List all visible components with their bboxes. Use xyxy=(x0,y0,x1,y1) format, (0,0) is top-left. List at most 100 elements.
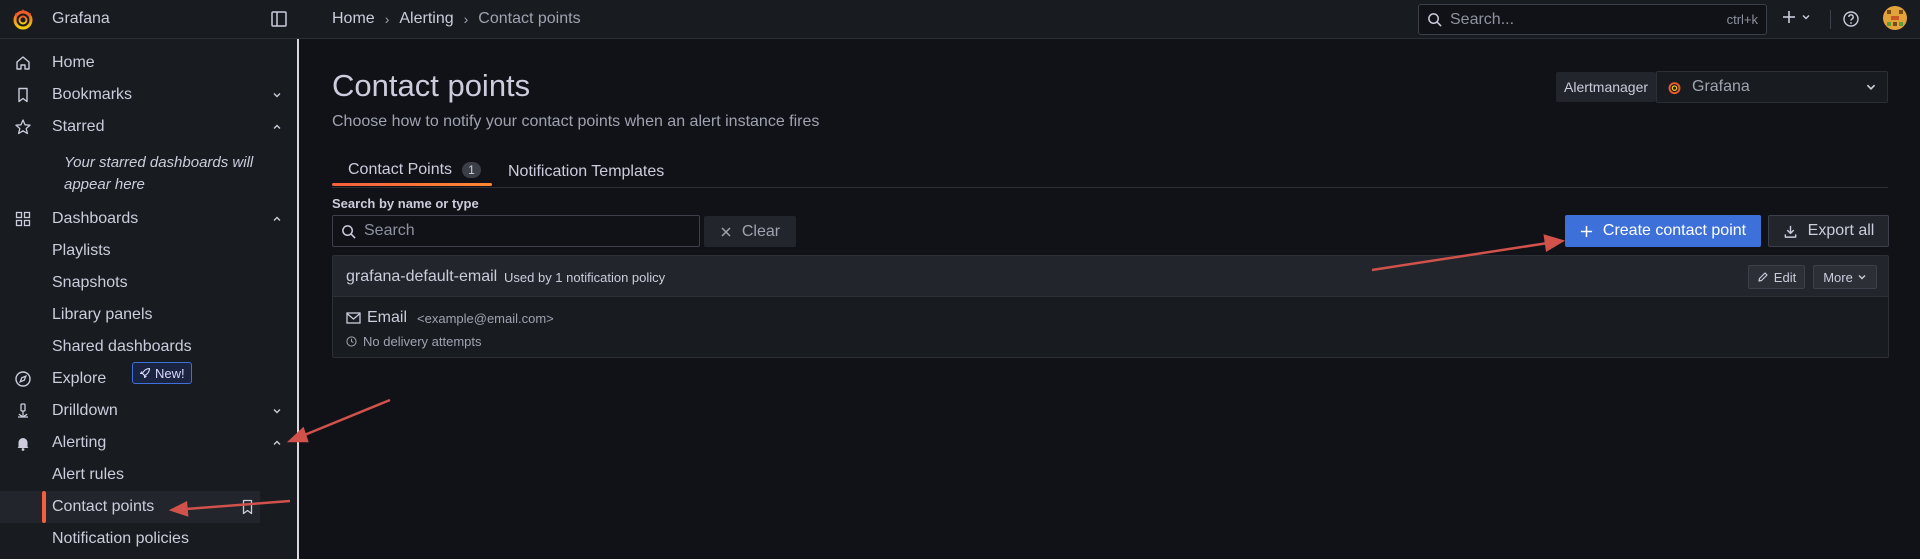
more-button[interactable]: More xyxy=(1813,265,1877,289)
edit-label: Edit xyxy=(1773,269,1797,285)
sidebar-item-alert-rules[interactable]: Alert rules xyxy=(0,459,298,491)
integration-type: Email xyxy=(367,309,408,326)
search-shortcut: ctrl+k xyxy=(1726,12,1758,27)
chevron-down-icon xyxy=(1857,272,1867,282)
microscope-icon xyxy=(14,402,32,420)
grafana-logo-icon xyxy=(1667,80,1682,95)
integration-address: <example@email.com> xyxy=(417,310,554,326)
sidebar-item-label: Explore xyxy=(52,370,107,387)
chevron-down-icon[interactable] xyxy=(272,90,282,100)
sidebar-item-notification-policies[interactable]: Notification policies xyxy=(0,523,298,555)
sidebar-item-label: Alerting xyxy=(52,434,107,451)
user-avatar[interactable] xyxy=(1883,6,1907,30)
bell-icon xyxy=(14,434,32,452)
help-icon[interactable] xyxy=(1842,10,1860,28)
top-bar: Grafana Home › Alerting › Contact points… xyxy=(0,0,1920,39)
search-placeholder: Search... xyxy=(1450,10,1515,28)
sidebar-item-contact-points[interactable]: Contact points xyxy=(0,491,260,523)
breadcrumb-alerting[interactable]: Alerting xyxy=(399,10,453,28)
contact-point-header: grafana-default-email Used by 1 notifica… xyxy=(333,256,1888,297)
chevron-up-icon[interactable] xyxy=(272,214,282,224)
export-label: Export all xyxy=(1807,222,1875,239)
close-icon xyxy=(720,226,732,238)
home-icon xyxy=(14,54,32,72)
more-label: More xyxy=(1823,269,1853,285)
contact-point-usage[interactable]: Used by 1 notification policy xyxy=(504,270,665,285)
clear-button[interactable]: Clear xyxy=(704,216,796,247)
sidebar-item-label: Home xyxy=(52,54,95,71)
sidebar-item-starred[interactable]: Starred xyxy=(0,111,298,143)
sidebar-item-label: Contact points xyxy=(52,498,155,515)
plus-icon xyxy=(1580,225,1593,238)
alertmanager-select[interactable]: Grafana xyxy=(1656,71,1888,103)
chevron-down-icon[interactable] xyxy=(272,406,282,416)
grafana-logo-icon[interactable] xyxy=(11,7,35,31)
sidebar-item-label: Bookmarks xyxy=(52,86,133,103)
search-input[interactable] xyxy=(364,222,684,240)
sidebar-item-library-panels[interactable]: Library panels xyxy=(0,299,298,331)
toolbar-divider xyxy=(1830,10,1831,29)
tab-notification-templates[interactable]: Notification Templates xyxy=(508,155,664,188)
clear-label: Clear xyxy=(741,222,781,240)
alertmanager-value: Grafana xyxy=(1692,78,1750,95)
sidebar-item-bookmarks[interactable]: Bookmarks xyxy=(0,79,298,111)
active-indicator xyxy=(42,491,46,523)
sidebar-item-snapshots[interactable]: Snapshots xyxy=(0,267,298,299)
sidebar-item-label: Drilldown xyxy=(52,402,118,419)
alertmanager-label: Alertmanager xyxy=(1556,72,1657,102)
delivery-status: No delivery attempts xyxy=(346,334,482,349)
sidebar-item-home[interactable]: Home xyxy=(0,47,298,79)
contact-point-search[interactable] xyxy=(332,215,700,247)
chevron-up-icon[interactable] xyxy=(272,122,282,132)
chevron-down-icon xyxy=(1801,12,1811,22)
contact-point-name: grafana-default-email xyxy=(346,268,498,285)
breadcrumb-separator-icon: › xyxy=(463,11,469,27)
global-search-input[interactable]: Search... ctrl+k xyxy=(1418,4,1767,35)
sidebar-item-label: Snapshots xyxy=(52,274,128,291)
starred-empty-message: Your starred dashboards will appear here xyxy=(64,154,254,193)
sidebar-item-label: Dashboards xyxy=(52,210,139,227)
search-icon xyxy=(1427,12,1442,27)
compass-icon xyxy=(14,370,32,388)
sidebar-item-drilldown[interactable]: Drilldown xyxy=(0,395,298,427)
new-menu-button[interactable] xyxy=(1781,9,1811,25)
sidebar-item-dashboards[interactable]: Dashboards xyxy=(0,203,298,235)
envelope-icon xyxy=(346,312,361,324)
apps-icon xyxy=(14,210,32,228)
tab-bar: Contact Points 1 Notification Templates xyxy=(332,155,1888,188)
dock-menu-icon[interactable] xyxy=(270,10,288,28)
sidebar-resize-handle[interactable] xyxy=(297,39,299,559)
pen-icon xyxy=(1757,271,1769,283)
bookmark-add-icon[interactable] xyxy=(240,499,255,515)
chevron-up-icon[interactable] xyxy=(272,438,282,448)
chevron-down-icon xyxy=(1865,81,1877,93)
sidebar-item-label: Starred xyxy=(52,118,105,135)
plus-icon xyxy=(1781,9,1797,25)
sidebar-item-label: Shared dashboards xyxy=(52,338,192,355)
annotation-arrow xyxy=(286,398,391,443)
export-all-button[interactable]: Export all xyxy=(1768,215,1889,247)
sidebar-item-playlists[interactable]: Playlists xyxy=(0,235,298,267)
bookmark-icon xyxy=(14,86,32,104)
new-badge: New! xyxy=(132,362,192,384)
tab-counter: 1 xyxy=(462,162,481,178)
active-tab-underline xyxy=(332,183,492,186)
create-contact-point-button[interactable]: Create contact point xyxy=(1565,215,1761,247)
new-badge-label: New! xyxy=(155,365,185,381)
create-label: Create contact point xyxy=(1602,222,1747,239)
app-title[interactable]: Grafana xyxy=(52,10,110,28)
rocket-icon xyxy=(139,367,151,379)
breadcrumb-home[interactable]: Home xyxy=(332,10,375,28)
tab-label: Notification Templates xyxy=(508,162,665,180)
sidebar-item-shared-dashboards[interactable]: Shared dashboards xyxy=(0,331,298,363)
edit-button[interactable]: Edit xyxy=(1748,265,1805,289)
sidebar-item-label: Notification policies xyxy=(52,530,189,547)
sidebar: Home Bookmarks Starred Your starred dash… xyxy=(0,39,298,559)
sidebar-item-alerting[interactable]: Alerting xyxy=(0,427,298,459)
integration-row: Email <example@email.com> xyxy=(346,309,554,327)
clock-icon xyxy=(346,336,357,347)
tab-contact-points[interactable]: Contact Points 1 xyxy=(332,155,492,188)
contact-point-card: grafana-default-email Used by 1 notifica… xyxy=(332,255,1889,358)
search-icon xyxy=(341,224,356,239)
page-title: Contact points xyxy=(332,68,531,103)
